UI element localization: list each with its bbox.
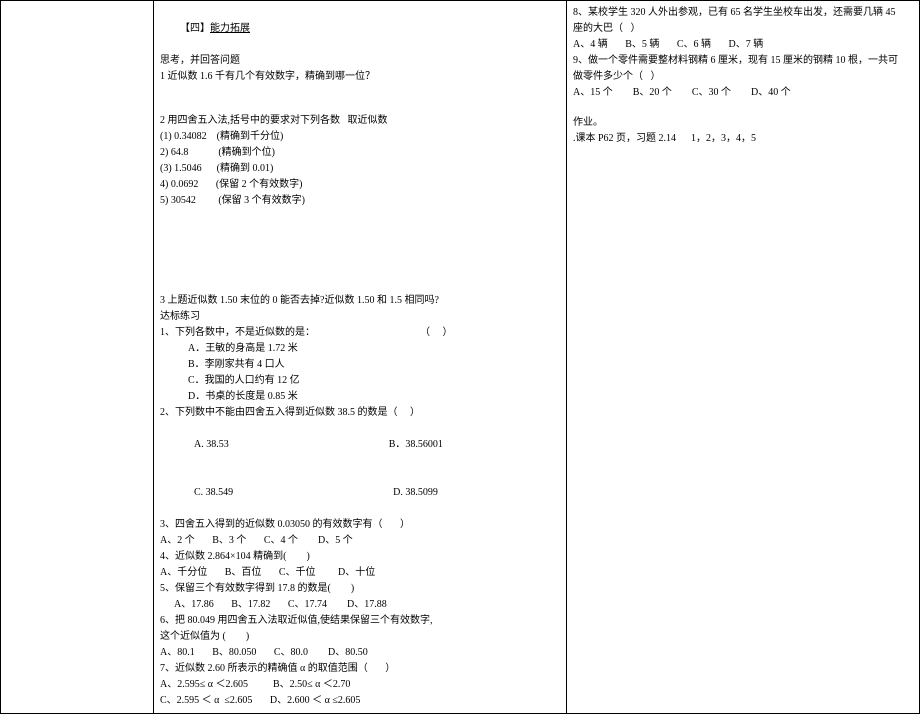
p1: 1、下列各数中，不是近似数的是： （ ） (160, 325, 560, 341)
p2-c: C. 38.549 (194, 487, 233, 498)
q2-2: 2) 64.8 (精确到个位) (160, 145, 560, 161)
p2-a: A. 38.53 (194, 439, 229, 450)
p2: 2、下列数中不能由四舍五入得到近似数 38.5 的数是（ ） (160, 405, 560, 421)
q2-3: (3) 1.5046 (精确到 0.01) (160, 161, 560, 177)
q2: 2 用四舍五入法,括号中的要求对下列各数 取近似数 (160, 113, 560, 129)
p7-ab: A、2.595≤ α ＜2.605 B、2.50≤ α ＜2.70 (160, 677, 560, 693)
q2-1: (1) 0.34082 (精确到千分位) (160, 129, 560, 145)
p5-opts: A、17.86 B、17.82 C、17.74 D、17.88 (160, 597, 560, 613)
p9a: 9、做一个零件需要整材料钢精 6 厘米，现有 15 厘米的钢精 10 根，一共可 (573, 53, 913, 69)
p3: 3、四舍五入得到的近似数 0.03050 的有效数字有（ ） (160, 517, 560, 533)
right-column: 8、某校学生 320 人外出参观，已有 65 名学生坐校车出发，还需要几辆 45… (567, 1, 920, 714)
p6b: 这个近似值为 ( ) (160, 629, 560, 645)
q2-5: 5) 30542 (保留 3 个有效数字) (160, 193, 560, 209)
p2-d: D. 38.5099 (393, 485, 438, 501)
p2-row1: A. 38.53 B．38.56001 (160, 421, 560, 469)
p6a: 6、把 80.049 用四舍五入法取近似值,使结果保留三个有效数字, (160, 613, 560, 629)
p1-b: B．李刚家共有 4 口人 (160, 357, 560, 373)
p9b: 做零件多少个（ ） (573, 69, 913, 85)
section-header: 【四】能力拓展 (160, 5, 560, 53)
p9-opts: A、15 个 B、20 个 C、30 个 D、40 个 (573, 85, 913, 101)
p2-b: B．38.56001 (389, 437, 443, 453)
p7: 7、近似数 2.60 所表示的精确值 α 的取值范围（ ） (160, 661, 560, 677)
p8-opts: A、4 辆 B、5 辆 C、6 辆 D、7 辆 (573, 37, 913, 53)
p3-opts: A、2 个 B、3 个 C、4 个 D、5 个 (160, 533, 560, 549)
p4-opts: A、千分位 B、百位 C、千位 D、十位 (160, 565, 560, 581)
section-title: 能力拓展 (210, 23, 250, 34)
p5: 5、保留三个有效数字得到 17.8 的数是( ) (160, 581, 560, 597)
dabiao: 达标练习 (160, 309, 560, 325)
homework-label: 作业。 (573, 115, 913, 131)
p8a: 8、某校学生 320 人外出参观，已有 65 名学生坐校车出发，还需要几辆 45 (573, 5, 913, 21)
think-prompt: 思考，并回答问题 (160, 53, 560, 69)
gutter-cell (1, 1, 154, 714)
p8b: 座的大巴（ ） (573, 21, 913, 37)
q3: 3 上题近似数 1.50 末位的 0 能否去掉?近似数 1.50 和 1.5 相… (160, 293, 560, 309)
p1-c: C．我国的人口约有 12 亿 (160, 373, 560, 389)
section-bracket: 【四】 (180, 23, 210, 34)
p4: 4、近似数 2.864×104 精确到( ) (160, 549, 560, 565)
p7-cd: C、2.595 ＜ α ≤2.605 D、2.600 ＜ α ≤2.605 (160, 693, 560, 709)
left-column: 【四】能力拓展 思考，并回答问题 1 近似数 1.6 千有几个有效数字，精确到哪… (154, 1, 567, 714)
p1-a: A．王敏的身高是 1.72 米 (160, 341, 560, 357)
p1-d: D．书桌的长度是 0.85 米 (160, 389, 560, 405)
homework-line: .课本 P62 页，习题 2.14 1，2，3，4，5 (573, 131, 913, 147)
q1: 1 近似数 1.6 千有几个有效数字，精确到哪一位？ (160, 69, 560, 85)
p6-opts: A、80.1 B、80.050 C、80.0 D、80.50 (160, 645, 560, 661)
q2-4: 4) 0.0692 (保留 2 个有效数字) (160, 177, 560, 193)
p2-row2: C. 38.549 D. 38.5099 (160, 469, 560, 517)
